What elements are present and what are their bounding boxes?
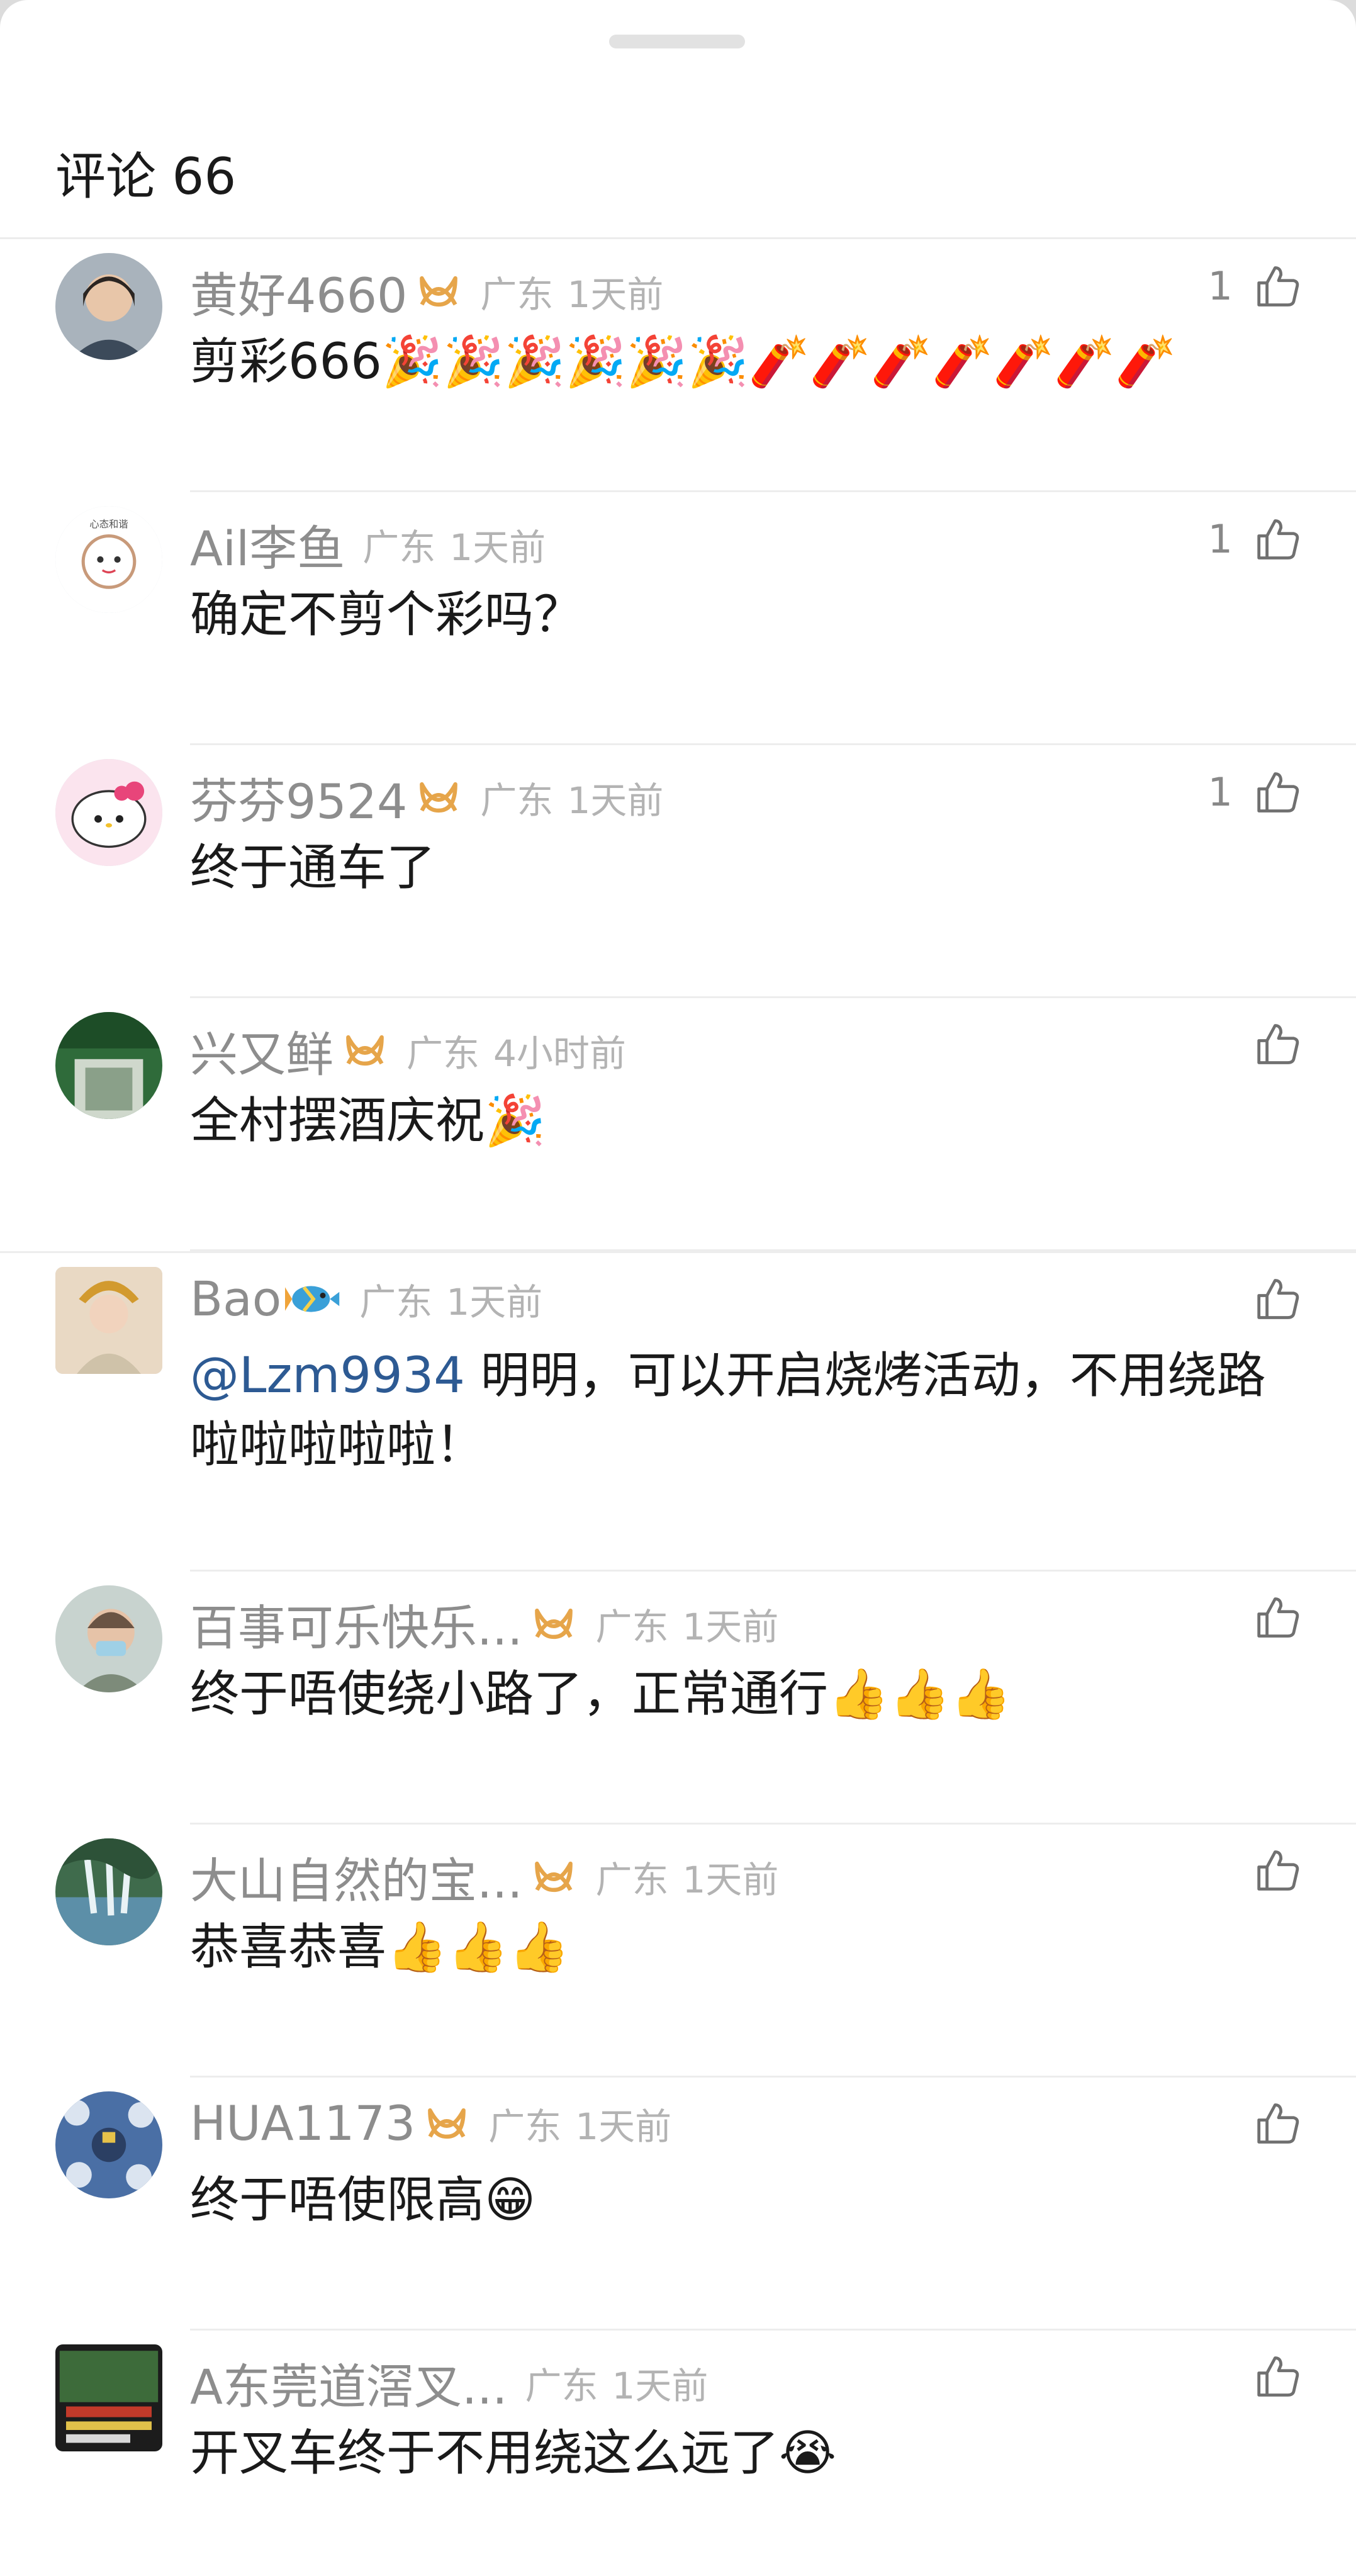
thumbs-up-icon [1257, 1597, 1299, 1638]
comment-item[interactable]: A东莞道滘叉... 广东 1天前 开叉车终于不用绕这么远了😭 [0, 2331, 1356, 2576]
username[interactable]: Ail李鱼 [190, 510, 345, 579]
like-button[interactable] [1255, 2101, 1302, 2146]
avatar[interactable] [55, 2344, 162, 2451]
comment-item[interactable]: HUA1173 广东 1天前 终于唔使限高😁 [0, 2078, 1356, 2331]
drag-handle[interactable] [609, 35, 745, 48]
like-button[interactable]: 1 [1208, 263, 1302, 309]
svg-text:心态和谐: 心态和谐 [89, 519, 128, 530]
thumbs-up-icon [1257, 1850, 1299, 1891]
username[interactable]: 黄好4660 [190, 257, 407, 326]
timestamp: 1天前 [612, 2365, 709, 2407]
comment-text: 终于通车了 [190, 840, 436, 896]
location: 广东 [359, 1280, 433, 1324]
location: 广东 [525, 2365, 598, 2407]
thumbs-up-icon [1257, 772, 1299, 813]
comment-text: 终于唔使限高😁 [190, 2172, 536, 2229]
vip-badge-icon [530, 1605, 578, 1643]
vip-badge-icon [341, 1032, 389, 1069]
thumbs-up-icon [1257, 2103, 1299, 2144]
comment-text: @Lzm9934 明明，可以开启烧烤活动，不用绕路啦啦啦啦啦！ [190, 1347, 1266, 1473]
timestamp: 1天前 [567, 779, 664, 822]
like-count: 1 [1208, 769, 1233, 815]
timestamp: 1天前 [446, 1280, 543, 1324]
location: 广东 [362, 526, 436, 569]
comment-meta: 黄好4660 广东 1天前 [190, 257, 663, 326]
comment-meta: 兴又鲜 广东 4小时前 [190, 1016, 626, 1085]
like-button[interactable] [1255, 1595, 1302, 1640]
location: 广东 [595, 1859, 669, 1901]
location: 广东 [488, 2105, 562, 2148]
avatar[interactable] [55, 2091, 162, 2198]
comment-list[interactable]: 黄好4660 广东 1天前 1 剪彩666🎉🎉🎉🎉🎉🎉🧨🧨🧨🧨🧨🧨🧨 心态和谐 … [0, 239, 1356, 2576]
username[interactable]: A东莞道滘叉... [190, 2348, 507, 2417]
like-count: 1 [1208, 263, 1233, 309]
username[interactable]: 百事可乐快乐... [190, 1589, 522, 1658]
comment-meta: A东莞道滘叉... 广东 1天前 [190, 2348, 708, 2417]
username[interactable]: 兴又鲜 [190, 1016, 333, 1085]
location: 广东 [480, 779, 554, 822]
username[interactable]: 芬芬9524 [190, 763, 407, 832]
avatar[interactable]: 心态和谐 [55, 506, 162, 613]
username[interactable]: HUA1173 [190, 2095, 415, 2151]
vip-badge-icon [415, 273, 462, 310]
comment-meta: 百事可乐快乐... 广东 1天前 [190, 1589, 778, 1658]
timestamp: 1天前 [449, 526, 546, 569]
comment-text: 全村摆酒庆祝🎉 [190, 1093, 546, 1149]
comment-meta: 芬芬9524 广东 1天前 [190, 763, 663, 832]
thumbs-up-icon [1257, 2356, 1299, 2397]
comment-item[interactable]: 大山自然的宝... 广东 1天前 恭喜恭喜👍👍👍 [0, 1825, 1356, 2078]
thumbs-up-icon [1257, 1024, 1299, 1064]
comment-text: 恭喜恭喜👍👍👍 [190, 1919, 570, 1976]
username[interactable]: Bao [190, 1271, 281, 1327]
comment-item[interactable]: 黄好4660 广东 1天前 1 剪彩666🎉🎉🎉🎉🎉🎉🧨🧨🧨🧨🧨🧨🧨 [0, 239, 1356, 492]
avatar[interactable] [55, 253, 162, 360]
comment-item[interactable]: 兴又鲜 广东 4小时前 全村摆酒庆祝🎉 [0, 998, 1356, 1251]
avatar[interactable] [55, 759, 162, 866]
comment-text: 终于唔使绕小路了，正常通行👍👍👍 [190, 1666, 1012, 1723]
timestamp: 4小时前 [493, 1032, 626, 1075]
like-count: 1 [1208, 516, 1233, 562]
comment-item[interactable]: 心态和谐 Ail李鱼 广东 1天前 1 确定不剪个彩吗？ [0, 492, 1356, 745]
timestamp: 1天前 [682, 1606, 779, 1648]
vip-badge-icon [415, 779, 462, 816]
like-button[interactable] [1255, 1277, 1302, 1321]
mention-link[interactable]: @Lzm9934 [190, 1347, 465, 1404]
vip-badge-icon [423, 2105, 471, 2142]
comment-item[interactable]: 芬芬9524 广东 1天前 1 终于通车了 [0, 745, 1356, 998]
location: 广东 [595, 1606, 669, 1648]
like-button[interactable] [1255, 2354, 1302, 2399]
comment-meta: 大山自然的宝... 广东 1天前 [190, 1842, 778, 1911]
comment-meta: Ail李鱼 广东 1天前 [190, 510, 546, 579]
fish-icon [285, 1277, 342, 1321]
avatar[interactable] [55, 1585, 162, 1692]
avatar[interactable] [55, 1267, 162, 1374]
comments-header: 评论 66 [0, 94, 1356, 239]
comment-item[interactable]: 百事可乐快乐... 广东 1天前 终于唔使绕小路了，正常通行👍👍👍 [0, 1572, 1356, 1825]
like-button[interactable] [1255, 1848, 1302, 1893]
like-button[interactable] [1255, 1022, 1302, 1066]
comments-sheet: 评论 66 黄好4660 广东 1天前 1 剪彩666🎉🎉🎉🎉🎉🎉🧨🧨🧨🧨🧨🧨🧨 [0, 0, 1356, 2576]
timestamp: 1天前 [567, 273, 664, 316]
comment-text: 开叉车终于不用绕这么远了😭 [190, 2425, 837, 2482]
comment-meta: Bao 广东 1天前 [190, 1271, 542, 1327]
location: 广东 [406, 1032, 480, 1075]
vip-badge-icon [530, 1858, 578, 1896]
thumbs-up-icon [1257, 519, 1299, 560]
timestamp: 1天前 [682, 1859, 779, 1901]
avatar[interactable] [55, 1012, 162, 1119]
comment-meta: HUA1173 广东 1天前 [190, 2095, 671, 2151]
location: 广东 [480, 273, 554, 316]
comment-text: 确定不剪个彩吗？ [190, 587, 583, 643]
comment-text: 剪彩666🎉🎉🎉🎉🎉🎉🧨🧨🧨🧨🧨🧨🧨 [190, 334, 1177, 390]
username[interactable]: 大山自然的宝... [190, 1842, 522, 1911]
avatar[interactable] [55, 1838, 162, 1945]
thumbs-up-icon [1257, 1279, 1299, 1319]
like-button[interactable]: 1 [1208, 769, 1302, 815]
page-title: 评论 66 [55, 147, 237, 206]
timestamp: 1天前 [575, 2105, 672, 2148]
like-button[interactable]: 1 [1208, 516, 1302, 562]
comment-item[interactable]: Bao 广东 1天前 @Lzm9934 明明，可以开启烧烤活动，不用绕路啦啦啦啦… [0, 1251, 1356, 1572]
thumbs-up-icon [1257, 266, 1299, 307]
